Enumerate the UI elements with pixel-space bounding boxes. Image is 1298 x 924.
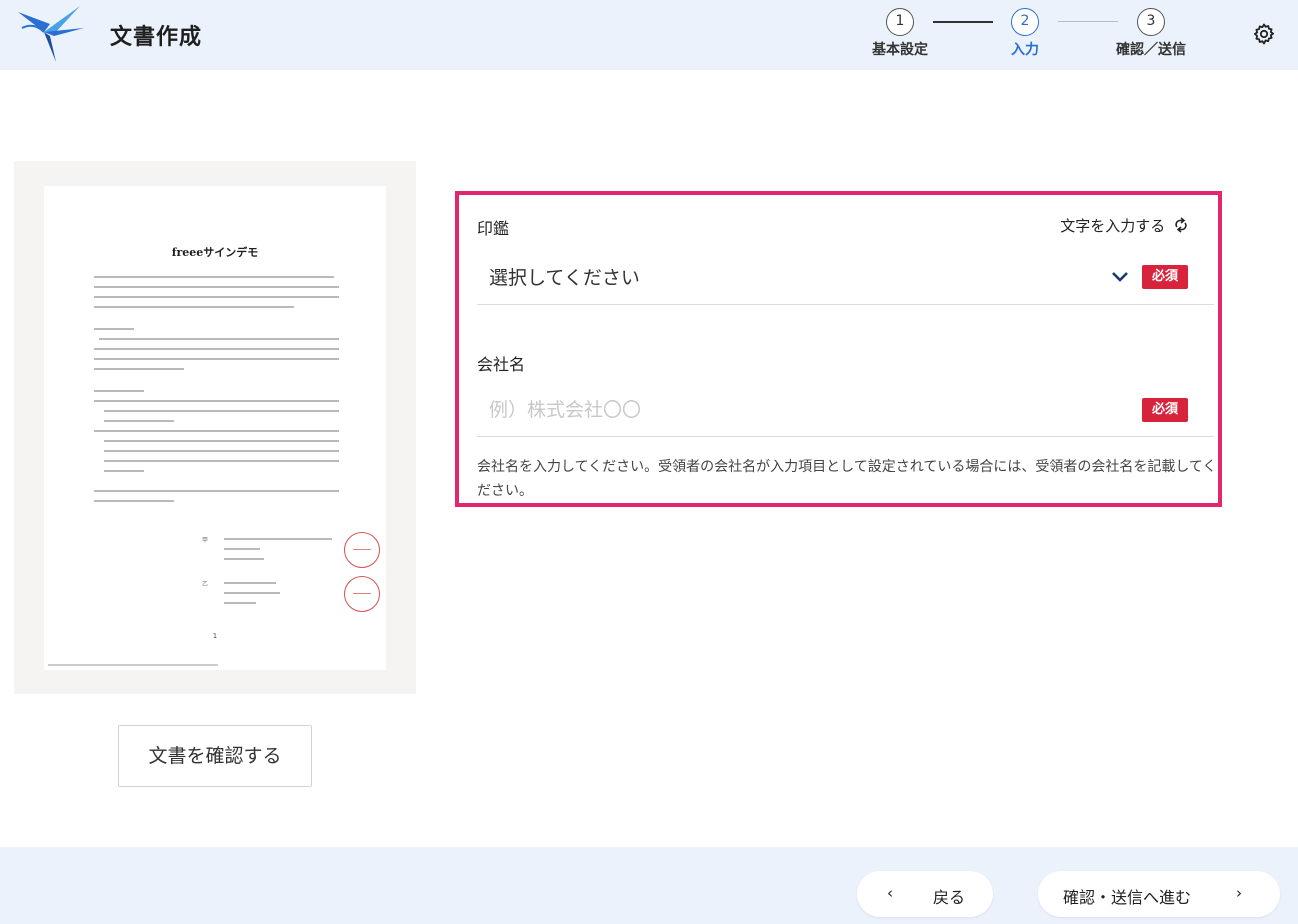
document-text-line [94,368,184,370]
document-page: freeeサインデモ 甲 乙 1 [44,186,386,670]
party-b-label: 乙 [202,581,209,588]
document-text-line [94,358,339,360]
company-name-field: 必須 [477,385,1214,437]
company-name-label: 会社名 [477,355,526,374]
document-text-line [94,276,334,278]
company-name-help: 会社名を入力してください。受領者の会社名が入力項目として設定されている場合には、… [477,459,1217,499]
seal-select[interactable]: 選択してください 必須 [477,251,1214,305]
proceed-to-confirm-button[interactable]: 確認・送信へ進む › [1038,871,1280,917]
document-text-line [104,440,339,442]
company-name-input[interactable] [477,385,1117,435]
document-text-line [94,286,339,288]
document-text-line [224,548,260,550]
step-number: 2 [1011,8,1039,36]
document-text-line [94,500,174,502]
document-text-line [104,460,339,462]
seal-stamp-placeholder [344,532,380,568]
document-text-line [104,410,339,412]
seal-select-value: 選択してください [489,267,640,289]
required-badge: 必須 [1142,265,1188,289]
footer-bar: ‹ 戻る 確認・送信へ進む › [0,847,1298,924]
document-text-line [94,390,144,392]
document-text-line [224,582,276,584]
back-button[interactable]: ‹ 戻る [857,871,993,917]
document-text-line [224,602,256,604]
step-label: 入力 [1011,42,1039,58]
document-title: freeeサインデモ [171,246,259,259]
step-label: 確認／送信 [1116,42,1186,58]
document-text-line [94,490,339,492]
back-button-label: 戻る [933,888,966,907]
document-text-line [94,348,339,350]
required-badge: 必須 [1142,398,1188,422]
confirm-document-button[interactable]: 文書を確認する [118,725,312,787]
step-label: 基本設定 [872,42,928,58]
document-text-line [224,592,280,594]
document-text-line [104,450,339,452]
enter-text-toggle-label: 文字を入力する [1060,217,1166,235]
document-text-line [224,538,332,540]
proceed-button-label: 確認・送信へ進む [1063,888,1192,907]
seal-company-form: 印鑑 文字を入力する 選択してください 必須 会社名 必須 会社名を入力してくだ… [455,191,1222,507]
step-confirm-send: 3 確認／送信 [1106,8,1196,59]
document-text-line [104,470,144,472]
progress-stepper: 1 基本設定 2 入力 3 確認／送信 [860,8,1220,64]
freee-sign-logo-icon [18,6,84,62]
document-text-line [94,400,339,402]
step-basic-settings: 1 基本設定 [855,8,945,59]
document-footer-id [48,664,218,666]
document-preview: freeeサインデモ 甲 乙 1 [14,161,416,694]
seal-stamp-placeholder [344,576,380,612]
app-title: 文書作成 [110,25,203,50]
document-text-line [94,430,339,432]
step-number: 3 [1137,8,1165,36]
document-text-line [224,558,264,560]
document-text-line [99,338,339,340]
app-header: 文書作成 1 基本設定 2 入力 3 確認／送信 [0,0,1298,70]
step-number: 1 [886,8,914,36]
refresh-icon [1175,217,1187,233]
party-a-label: 甲 [202,537,209,544]
step-input: 2 入力 [980,8,1070,59]
gear-icon[interactable] [1252,22,1276,46]
chevron-right-icon: › [1236,884,1242,902]
document-page-number: 1 [212,632,218,640]
document-text-line [94,296,339,298]
document-text-line [104,420,174,422]
document-text-line [94,306,294,308]
seal-label: 印鑑 [477,219,510,238]
document-text-line [94,328,134,330]
chevron-left-icon: ‹ [887,884,893,902]
chevron-down-icon [1112,272,1128,282]
enter-text-toggle[interactable]: 文字を入力する [1060,215,1188,236]
